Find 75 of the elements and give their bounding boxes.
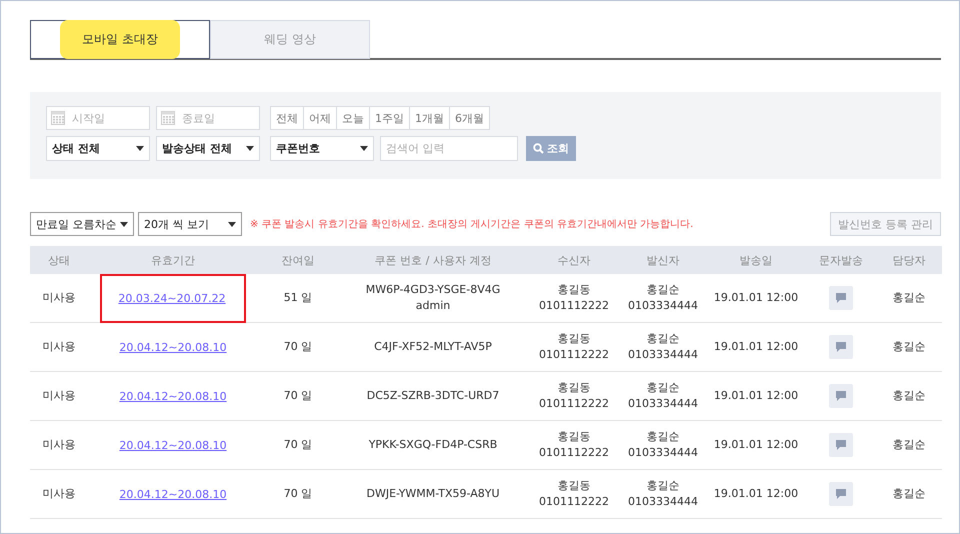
speech-bubble-icon	[835, 292, 847, 304]
table-cell: 미사용	[42, 290, 76, 306]
column-header: 상태	[30, 246, 88, 274]
column-header: 잔여일	[258, 246, 338, 274]
table-cell: 70 일	[284, 388, 312, 404]
table-cell: 51 일	[284, 290, 312, 306]
message-button[interactable]	[829, 433, 853, 457]
search-type-select[interactable]: 쿠폰번호	[270, 136, 374, 161]
message-button[interactable]	[829, 286, 853, 310]
table-cell: 미사용	[42, 339, 76, 355]
manage-button[interactable]: 발신번호 등록 관리	[830, 212, 941, 236]
table-cell: 홍길순 0103334444	[628, 282, 698, 314]
search-field[interactable]: 검색어 입력	[380, 136, 518, 161]
speech-bubble-icon	[835, 488, 847, 500]
table-cell: YPKK-SXGQ-FD4P-CSRB	[368, 437, 498, 453]
speech-bubble-icon	[835, 390, 847, 402]
speech-bubble-icon	[835, 341, 847, 353]
table-cell: 19.01.01 12:00	[714, 486, 798, 502]
table-cell: 홍길동 0101112222	[539, 331, 609, 363]
table-cell: 70 일	[284, 339, 312, 355]
period-link[interactable]: 20.04.12~20.08.10	[119, 390, 227, 402]
table-cell: 홍길순	[892, 339, 926, 355]
tab[interactable]: 웨딩 영상	[210, 20, 370, 59]
table-cell: 19.01.01 12:00	[714, 290, 798, 306]
table-cell: C4JF-XF52-MLYT-AV5P	[374, 339, 492, 355]
table-cell: 홍길순	[892, 388, 926, 404]
column-header: 유효기간	[88, 246, 258, 274]
start-date-field[interactable]: 시작일	[46, 106, 150, 130]
table-cell: 미사용	[42, 486, 76, 502]
tab[interactable]: 모바일 초대장	[30, 20, 210, 59]
table-cell: 70 일	[284, 437, 312, 453]
table-cell: 홍길동 0101112222	[539, 380, 609, 412]
message-button[interactable]	[829, 335, 853, 359]
table-cell: 홍길순	[892, 290, 926, 306]
column-header: 쿠폰 번호 / 사용자 계정	[338, 246, 528, 274]
table-cell: 홍길순	[892, 437, 926, 453]
column-header: 발송일	[706, 246, 806, 274]
column-header: 발신자	[620, 246, 706, 274]
search-button[interactable]: 조회	[526, 136, 576, 161]
end-date-field[interactable]: 종료일	[156, 106, 260, 130]
table-cell: 홍길동 0101112222	[539, 282, 609, 314]
table-cell: 홍길순 0103334444	[628, 331, 698, 363]
table-cell: 홍길순	[892, 486, 926, 502]
speech-bubble-icon	[835, 439, 847, 451]
period-link[interactable]: 20.04.12~20.08.10	[119, 488, 227, 500]
column-header: 문자발송	[806, 246, 876, 274]
table-cell: 홍길동 0101112222	[539, 478, 609, 510]
period-link[interactable]: 20.03.24~20.07.22	[102, 276, 244, 320]
page-size-select[interactable]: 20개 씩 보기	[138, 212, 242, 236]
table-cell: MW6P-4GD3-YSGE-8V4G admin	[366, 282, 500, 314]
notice-text: ※ 쿠폰 발송시 유효기간을 확인하세요. 초대장의 게시기간은 쿠폰의 유효기간내에서만 가능합니다.	[250, 218, 694, 231]
message-button[interactable]	[829, 384, 853, 408]
table-cell: 홍길순 0103334444	[628, 429, 698, 461]
table-cell: 홍길동 0101112222	[539, 429, 609, 461]
message-button[interactable]	[829, 482, 853, 506]
search-icon	[533, 143, 544, 154]
table-cell: 미사용	[42, 388, 76, 404]
table-cell: 홍길순 0103334444	[628, 478, 698, 510]
period-link[interactable]: 20.04.12~20.08.10	[119, 438, 227, 452]
table-cell: 미사용	[42, 437, 76, 453]
table-cell: DWJE-YWMM-TX59-A8YU	[366, 486, 500, 502]
sort-select[interactable]: 만료일 오름차순	[30, 212, 134, 236]
table-cell: 70 일	[284, 486, 312, 502]
table-cell: 19.01.01 12:00	[714, 388, 798, 404]
calendar-icon	[51, 110, 65, 125]
column-header: 담당자	[876, 246, 942, 274]
table-cell: 19.01.01 12:00	[714, 437, 798, 453]
table-cell: 19.01.01 12:00	[714, 339, 798, 355]
status-select[interactable]: 상태 전체	[46, 136, 150, 161]
column-header: 수신자	[528, 246, 620, 274]
send-status-select[interactable]: 발송상태 전체	[156, 136, 260, 161]
period-link[interactable]: 20.04.12~20.08.10	[119, 340, 227, 354]
table-cell: 홍길순 0103334444	[628, 380, 698, 412]
table-cell: DC5Z-SZRB-3DTC-URD7	[366, 388, 500, 404]
calendar-icon	[161, 110, 175, 125]
